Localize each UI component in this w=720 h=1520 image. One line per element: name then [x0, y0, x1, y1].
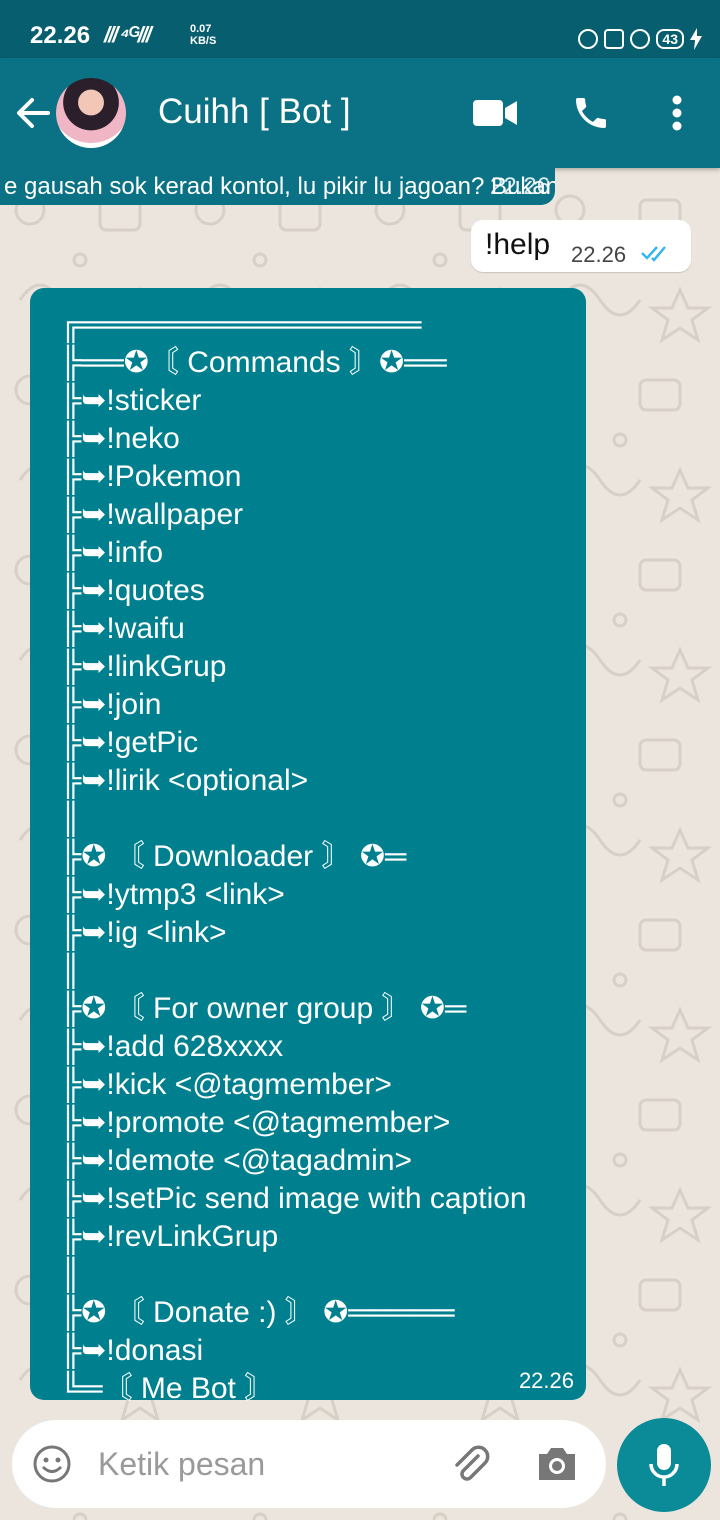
- hotspot-icon: [630, 29, 651, 49]
- menu-line: ╠➥!sticker: [60, 384, 202, 417]
- menu-line: ╠➥!setPic send image with caption: [60, 1182, 527, 1215]
- previous-message-time: 22.26: [490, 173, 551, 200]
- message-input[interactable]: Ketik pesan: [98, 1446, 265, 1483]
- voice-call-button[interactable]: [566, 88, 616, 138]
- status-time: 22.26: [30, 22, 91, 49]
- menu-line: ╠➥!demote <@tagadmin>: [60, 1144, 413, 1177]
- vibrate-icon: [604, 29, 625, 49]
- menu-line: ╠➥!info: [60, 536, 164, 569]
- menu-line: ╠➥!neko: [60, 422, 180, 455]
- incoming-message[interactable]: ╔════════════════ ╠══✪〘 Commands 〙✪══ ╠➥!s…: [30, 288, 586, 1405]
- video-call-icon: [473, 100, 517, 126]
- menu-line: ╠➥!getPic: [60, 726, 199, 759]
- previous-message-text: e gausah sok kerad kontol, lu pikir lu j…: [4, 173, 555, 200]
- emoji-icon[interactable]: [32, 1444, 72, 1484]
- outgoing-message-time: 22.26: [571, 242, 627, 267]
- menu-line: ╠➥!waifu: [60, 612, 185, 645]
- menu-line: ╠✪ 〘 Downloader 〙 ✪═: [60, 840, 407, 873]
- more-vert-icon: [672, 95, 682, 131]
- outgoing-message[interactable]: !help 22.26: [471, 220, 691, 272]
- menu-line: ╠══✪〘 Commands 〙✪══: [60, 346, 447, 379]
- menu-line: ╠➥!linkGrup: [60, 650, 227, 683]
- menu-line: ╠➥!promote <@tagmember>: [60, 1106, 451, 1139]
- menu-line: ║: [60, 954, 82, 987]
- menu-line: ╠➥!add 628xxxx: [60, 1030, 284, 1063]
- status-icons: 43: [578, 27, 702, 51]
- menu-line: ╠✪ 〘 Donate :) 〙 ✪═════: [60, 1296, 455, 1329]
- speed-unit: KB/S: [190, 35, 217, 47]
- back-arrow-icon[interactable]: [14, 94, 52, 132]
- chat-header: Cuihh [ Bot ]: [0, 58, 720, 168]
- contact-name[interactable]: Cuihh [ Bot ]: [158, 92, 351, 132]
- menu-line: ║: [60, 802, 82, 835]
- menu-line: ╠➥!wallpaper: [60, 498, 244, 531]
- menu-line: ╠➥!join: [60, 688, 162, 721]
- menu-line: ╚═〘 Me Bot 〙: [60, 1372, 275, 1405]
- contact-avatar[interactable]: [56, 78, 126, 148]
- outgoing-message-text: !help: [485, 228, 551, 261]
- voice-record-button[interactable]: [617, 1418, 711, 1512]
- video-call-button[interactable]: [470, 88, 520, 138]
- attach-icon[interactable]: [448, 1442, 492, 1486]
- menu-line: ╠➥!ytmp3 <link>: [60, 878, 285, 911]
- phone-icon: [576, 98, 606, 128]
- menu-line: ╔════════════════: [60, 308, 422, 341]
- menu-line: ╠➥!quotes: [60, 574, 205, 607]
- menu-line: ╠➥!kick <@tagmember>: [60, 1068, 392, 1101]
- message-composer: Ketik pesan: [12, 1420, 606, 1508]
- incoming-message-time: 22.26: [518, 1368, 574, 1393]
- menu-line: ║: [60, 1258, 82, 1291]
- menu-line: ╠➥!lirik <optional>: [60, 764, 309, 797]
- status-bar: 22.26 /// ⁴ᴳ/// 0.07 KB/S 43: [0, 0, 720, 58]
- camera-icon[interactable]: [535, 1444, 579, 1484]
- more-options-button[interactable]: [652, 88, 702, 138]
- network-signal: /// ⁴ᴳ///: [104, 22, 152, 47]
- read-ticks-icon: [641, 246, 666, 262]
- battery-level: 43: [656, 29, 684, 49]
- speed-value: 0.07: [190, 23, 212, 35]
- menu-line: ╠➥!ig <link>: [60, 916, 227, 949]
- charging-icon: [690, 28, 702, 50]
- mic-icon: [649, 1444, 679, 1486]
- previous-message[interactable]: e gausah sok kerad kontol, lu pikir lu j…: [0, 168, 555, 205]
- menu-line: ╠➥!donasi: [60, 1334, 204, 1367]
- menu-line: ╠➥!revLinkGrup: [60, 1220, 279, 1253]
- silent-icon: [578, 29, 599, 49]
- menu-line: ╠➥!Pokemon: [60, 460, 242, 493]
- network-speed: 0.07 KB/S: [190, 23, 216, 47]
- menu-line: ╠✪ 〘 For owner group 〙 ✪═: [60, 992, 467, 1025]
